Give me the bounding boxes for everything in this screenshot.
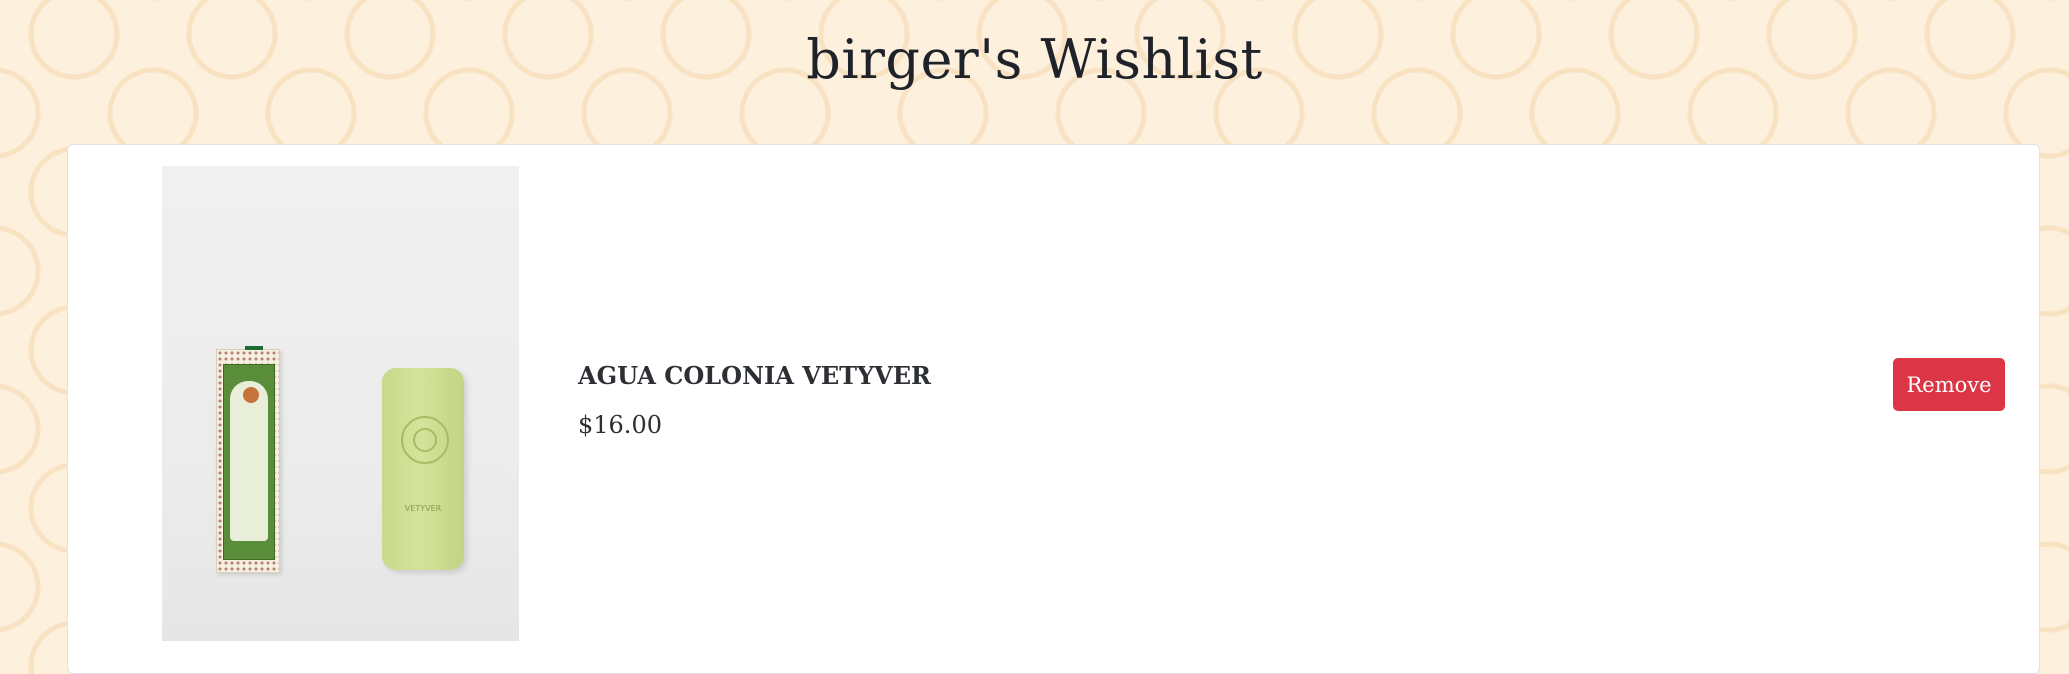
page-title: birger's Wishlist: [806, 28, 1263, 91]
product-price: $16.00: [578, 411, 662, 439]
remove-button[interactable]: Remove: [1893, 358, 2005, 411]
soap-bar-illustration: VETYVER: [382, 368, 464, 570]
medal-icon: [241, 385, 261, 405]
product-name[interactable]: AGUA COLONIA VETYVER: [578, 361, 931, 390]
seal-icon: [401, 416, 449, 464]
soap-stamp-text: VETYVER: [404, 504, 442, 513]
product-box-illustration: [216, 346, 280, 573]
product-image[interactable]: VETYVER: [162, 166, 519, 641]
wishlist-item-card: VETYVER AGUA COLONIA VETYVER $16.00 Remo…: [67, 144, 2040, 674]
